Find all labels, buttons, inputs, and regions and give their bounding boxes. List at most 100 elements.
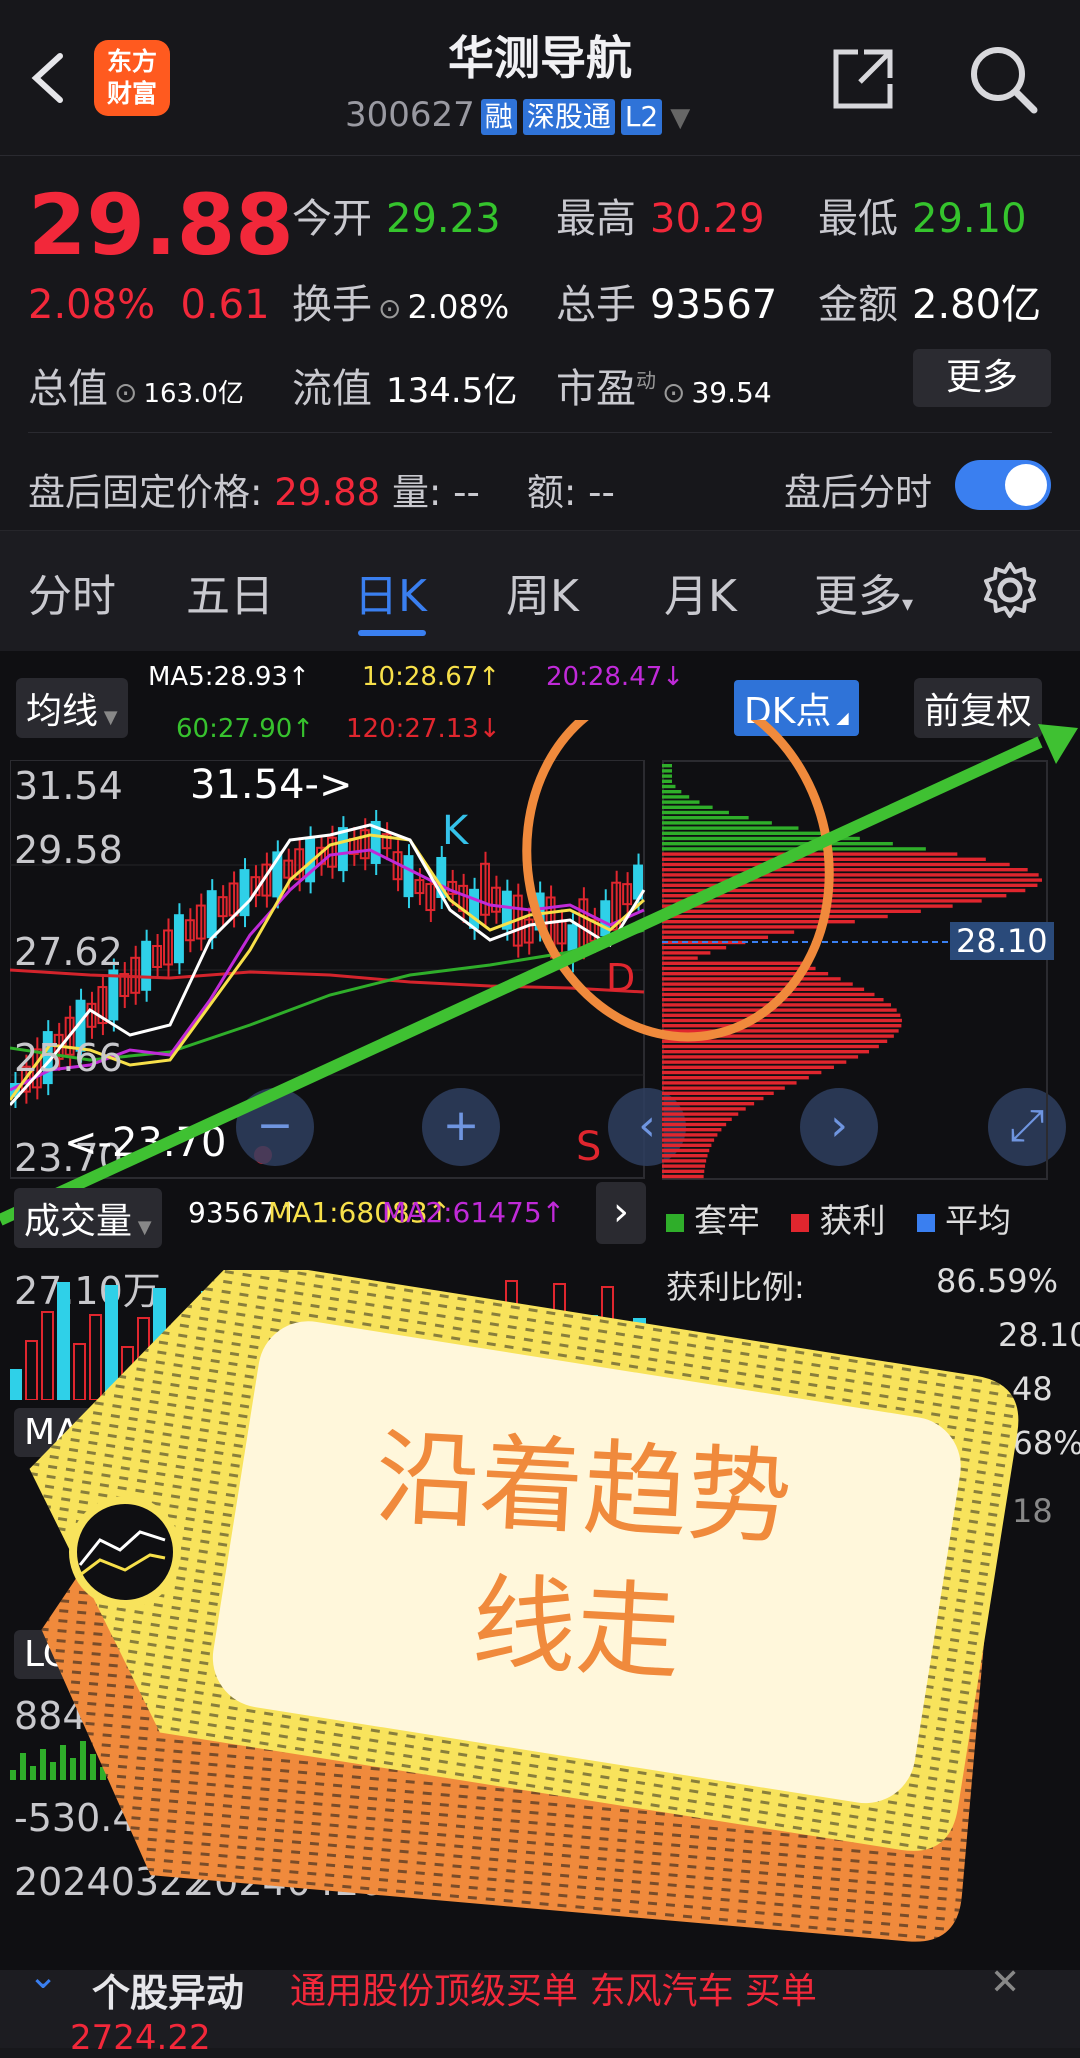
- chip-bar: [662, 1096, 764, 1101]
- chip-bar: [662, 790, 682, 794]
- low-marker: <-23.70: [64, 1120, 227, 1166]
- ma120-label: 120:27.13↓: [346, 714, 501, 744]
- news-ticker[interactable]: 通用股份顶级买单 东风汽车 买单: [290, 1962, 817, 2014]
- chip-bar: [662, 769, 672, 773]
- after-hours-toggle[interactable]: [955, 460, 1051, 510]
- chip-bar: [662, 998, 884, 1002]
- adjust-button[interactable]: 前复权: [914, 678, 1043, 738]
- tab-more[interactable]: 更多▾: [814, 560, 913, 624]
- zoom-in-button[interactable]: +: [422, 1088, 500, 1166]
- dropdown-icon[interactable]: ▼: [670, 103, 690, 133]
- chip-bar: [662, 1013, 901, 1017]
- chip-bar: [662, 946, 727, 950]
- index-value[interactable]: 2724.22: [70, 2018, 211, 2058]
- s-signal: S: [576, 1124, 602, 1170]
- volume: 总手 93567: [556, 282, 778, 328]
- tab-monthly-k[interactable]: 月K: [664, 560, 737, 624]
- chip-bar: [662, 951, 711, 955]
- chip-bar: [662, 1107, 746, 1111]
- float-cap: 流值 134.5亿: [292, 366, 518, 412]
- chip-bar: [662, 982, 853, 986]
- high-marker: 31.54->: [190, 762, 353, 808]
- chip-bar: [662, 956, 698, 960]
- stock-code: 300627: [345, 95, 475, 135]
- chip-bar: [662, 1164, 706, 1168]
- search-icon[interactable]: [966, 42, 1040, 116]
- back-icon[interactable]: [22, 48, 82, 108]
- tab-weekly-k[interactable]: 周K: [506, 560, 579, 624]
- ma10-label: 10:28.67↑: [362, 662, 501, 692]
- pe-ratio: 市盈动 ⊙ 39.54: [556, 366, 772, 412]
- chip-bar: [662, 774, 672, 778]
- candle: [173, 914, 184, 964]
- chip-bar: [662, 779, 672, 783]
- dk-button[interactable]: DK点 ◢: [734, 680, 859, 736]
- open-price: 今开 29.23: [292, 196, 501, 242]
- price-change: 2.08% 0.61: [28, 282, 270, 328]
- chip-bar: [662, 857, 986, 861]
- chip-bar: [662, 1091, 774, 1095]
- avg-cost-marker: 28.10: [950, 922, 1054, 960]
- chip-bar: [662, 878, 1042, 882]
- tab-intraday[interactable]: 分时: [28, 560, 116, 624]
- chip-bar: [662, 1081, 797, 1085]
- connect-tag: 深股通: [522, 99, 615, 135]
- chip-bar: [662, 961, 804, 965]
- chip-bar: [662, 1029, 899, 1033]
- share-icon[interactable]: [828, 44, 898, 114]
- chip-bar: [662, 1122, 727, 1127]
- low-price: 最低 29.10: [818, 196, 1027, 242]
- chip-bar: [662, 764, 672, 768]
- chip-bar: [662, 992, 875, 997]
- chip-bar: [662, 930, 795, 934]
- volume-ma2: MA2:61475↑: [382, 1196, 566, 1229]
- price-axis-label: 25.66: [14, 1036, 123, 1080]
- news-chevron-icon[interactable]: ⌄: [28, 1956, 58, 1997]
- chip-legend: 套牢 获利 平均: [666, 1194, 1011, 1242]
- chip-bar: [662, 1169, 705, 1173]
- chip-bar: [662, 914, 888, 919]
- chip-bar: [662, 810, 729, 815]
- candle: [141, 940, 152, 991]
- chip-bar: [662, 1003, 892, 1007]
- chip-bar: [662, 977, 841, 981]
- chip-bar: [662, 852, 958, 856]
- app-logo: 东方 财富: [94, 40, 170, 116]
- chip-bar: [662, 831, 829, 835]
- zoom-out-button[interactable]: −: [236, 1088, 314, 1166]
- chip-bar: [662, 868, 1028, 872]
- chip-bar: [662, 862, 1010, 867]
- after-hours-row: 盘后固定价格: 29.88 量: -- 额: --: [28, 471, 615, 514]
- chip-bar: [662, 795, 690, 799]
- tab-daily-k[interactable]: 日K: [354, 560, 427, 624]
- expand-arrow-button[interactable]: ›: [596, 1182, 646, 1244]
- tab-five-day[interactable]: 五日: [186, 560, 274, 624]
- chip-bar: [662, 1024, 902, 1028]
- chip-bar: [662, 1076, 809, 1080]
- settings-gear-icon[interactable]: [980, 560, 1040, 620]
- chip-bar: [662, 1159, 707, 1163]
- chip-bar: [662, 1143, 712, 1147]
- d-signal: D: [606, 956, 636, 1000]
- chip-bar: [662, 805, 713, 809]
- chip-bar: [662, 1039, 888, 1043]
- candle: [469, 888, 480, 929]
- chip-bar: [662, 1070, 822, 1075]
- more-button[interactable]: 更多: [913, 349, 1051, 407]
- chip-bar: [662, 1117, 732, 1121]
- chip-bar: [662, 1174, 704, 1179]
- chip-bar: [662, 1008, 897, 1012]
- stock-code-line: 300627 融深股通 L2 ▼: [345, 95, 690, 135]
- chip-bar: [662, 1154, 708, 1158]
- chip-bar: [662, 1133, 718, 1137]
- chip-bar: [662, 894, 1007, 898]
- chip-bar: [662, 826, 799, 830]
- chip-bar: [662, 966, 816, 971]
- volume-select[interactable]: 成交量 ▼: [14, 1188, 162, 1248]
- chip-bar: [662, 909, 921, 913]
- ma-select[interactable]: 均线 ▼: [16, 678, 128, 738]
- chip-bar: [662, 842, 893, 846]
- candle: [337, 827, 348, 872]
- chip-bar: [662, 1034, 894, 1038]
- close-icon[interactable]: ✕: [990, 1962, 1020, 2003]
